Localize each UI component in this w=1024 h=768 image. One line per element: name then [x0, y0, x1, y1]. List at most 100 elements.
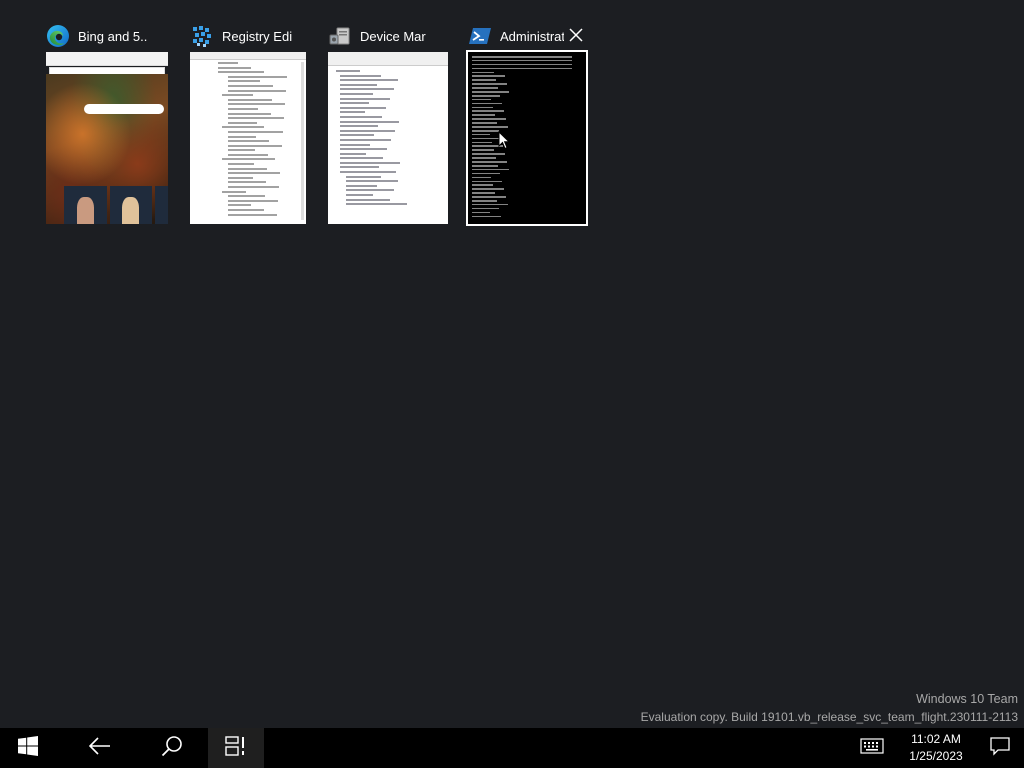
preview-line	[336, 70, 360, 72]
powershell-console-content	[468, 52, 586, 224]
preview-line	[228, 149, 255, 152]
preview-line	[228, 167, 267, 170]
scrollbar	[301, 62, 304, 220]
preview-line	[340, 92, 373, 95]
device-tree	[336, 70, 418, 220]
preview-line	[228, 172, 280, 175]
back-arrow-icon	[88, 736, 111, 760]
window-thumbnail-device-manager[interactable]	[328, 52, 448, 224]
window-thumbnail-edge[interactable]	[46, 52, 168, 224]
preview-line	[472, 63, 572, 66]
preview-line	[346, 175, 381, 178]
preview-line	[340, 161, 400, 164]
preview-line	[472, 71, 494, 74]
action-center-icon	[990, 736, 1010, 761]
preview-line	[340, 79, 398, 82]
preview-line	[472, 133, 490, 136]
preview-line	[340, 120, 399, 123]
device-manager-content	[328, 52, 448, 224]
mouse-cursor-icon	[498, 131, 510, 150]
preview-line	[228, 80, 260, 83]
preview-line	[340, 143, 370, 146]
preview-line	[228, 209, 264, 211]
preview-line	[340, 88, 394, 91]
preview-line	[222, 158, 275, 161]
preview-line	[472, 196, 506, 198]
task-card-powershell[interactable]: Administrat	[466, 22, 588, 226]
taskbar-clock[interactable]: 11:02 AM 1/25/2023	[896, 731, 976, 765]
browser-tab-strip	[46, 52, 168, 66]
search-button[interactable]	[136, 728, 208, 768]
windows-start-icon	[18, 735, 38, 761]
preview-line	[222, 126, 264, 129]
news-tile	[155, 186, 168, 224]
menu-bar	[328, 52, 448, 66]
preview-line	[472, 94, 500, 97]
preview-line	[340, 125, 378, 128]
preview-line	[340, 166, 379, 169]
preview-line	[218, 66, 251, 69]
preview-line	[340, 171, 396, 174]
preview-line	[222, 190, 246, 193]
preview-line	[228, 213, 277, 216]
task-view-button[interactable]	[208, 728, 264, 768]
preview-line	[346, 203, 407, 206]
console-output	[472, 56, 582, 220]
registry-editor-content	[190, 52, 306, 224]
task-view-icon	[225, 735, 247, 761]
preview-line	[340, 134, 374, 137]
window-titlebar	[190, 52, 306, 60]
preview-line	[472, 98, 491, 101]
task-card-title: Bing and 5..	[78, 28, 148, 44]
preview-line	[346, 189, 394, 192]
clock-date: 1/25/2023	[909, 749, 963, 763]
clock-time: 11:02 AM	[911, 732, 961, 746]
back-button[interactable]	[64, 728, 136, 768]
preview-line	[218, 62, 238, 64]
action-center-button[interactable]	[976, 728, 1024, 768]
preview-line	[472, 102, 502, 105]
task-card-device-manager[interactable]: Device Mar	[328, 22, 448, 224]
taskbar: 11:02 AM 1/25/2023	[0, 728, 1024, 768]
news-tile	[109, 186, 153, 224]
start-button[interactable]	[0, 728, 56, 768]
preview-line	[472, 192, 495, 194]
registry-tree	[196, 62, 298, 220]
preview-line	[472, 106, 493, 109]
preview-line	[340, 129, 395, 132]
preview-line	[228, 186, 279, 189]
preview-line	[472, 67, 572, 70]
bing-background-image	[46, 74, 168, 224]
preview-line	[472, 172, 500, 175]
preview-line	[228, 140, 269, 143]
task-card-header: Administrat	[468, 22, 586, 50]
preview-line	[472, 87, 498, 89]
window-thumbnail-powershell[interactable]	[466, 50, 588, 226]
task-card-edge[interactable]: Bing and 5..	[46, 22, 168, 224]
preview-line	[472, 188, 504, 190]
preview-line	[340, 106, 386, 109]
preview-line	[472, 91, 509, 93]
news-tiles	[64, 186, 168, 224]
touch-keyboard-button[interactable]	[852, 728, 892, 768]
close-icon[interactable]	[568, 27, 584, 43]
preview-line	[472, 207, 499, 210]
task-card-header: Bing and 5..	[46, 22, 168, 50]
preview-line	[472, 184, 493, 186]
preview-line	[228, 153, 268, 156]
preview-line	[228, 195, 265, 198]
preview-line	[472, 215, 501, 218]
preview-line	[228, 98, 272, 101]
task-card-registry-editor[interactable]: Registry Edi	[190, 22, 306, 224]
preview-line	[472, 118, 506, 120]
preview-line	[472, 161, 507, 163]
search-icon	[161, 735, 183, 762]
preview-line	[228, 89, 286, 92]
preview-line	[472, 199, 497, 202]
preview-line	[228, 84, 273, 87]
preview-line	[218, 71, 264, 74]
preview-line	[472, 153, 505, 155]
preview-line	[472, 149, 494, 151]
window-thumbnail-registry-editor[interactable]	[190, 52, 306, 224]
preview-line	[472, 164, 498, 167]
